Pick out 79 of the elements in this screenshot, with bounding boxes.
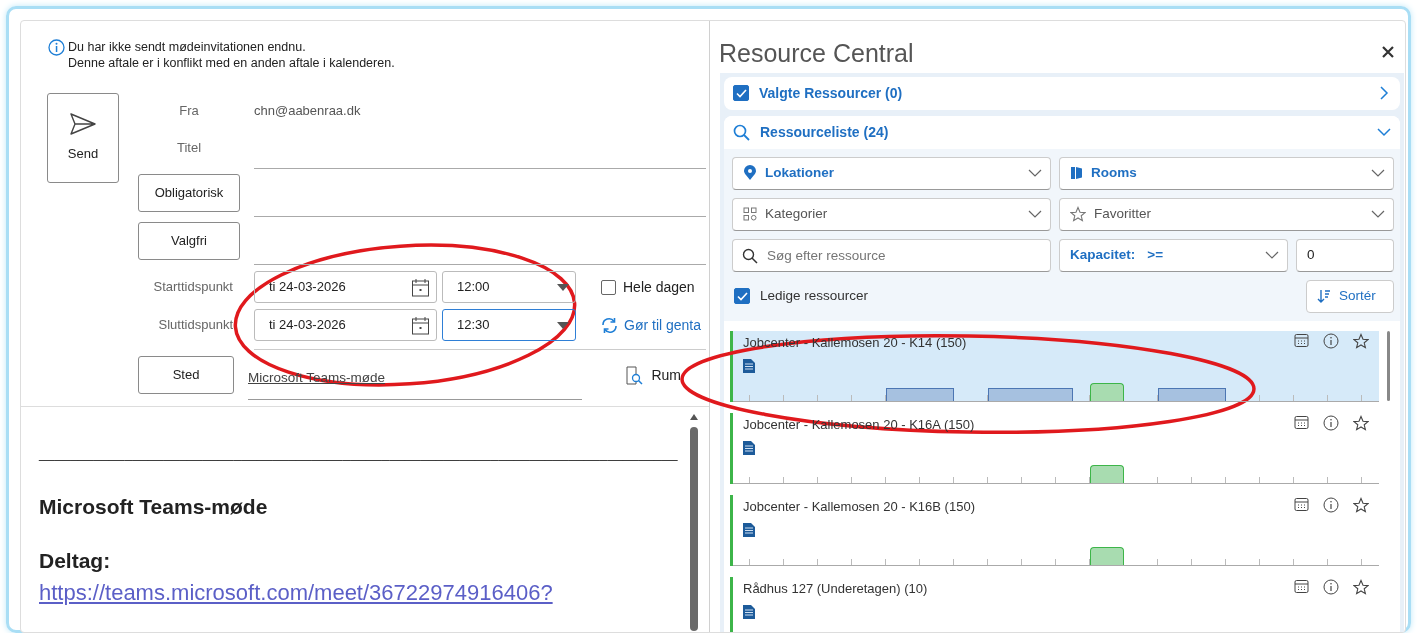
divider-line: __________________________________________________________________________________: [39, 445, 679, 461]
calendar-icon[interactable]: [1294, 496, 1309, 512]
checkbox[interactable]: [734, 288, 750, 304]
star-icon[interactable]: [1353, 496, 1369, 513]
info-message: Du har ikke sendt mødeinvitationen endnu.: [68, 39, 307, 55]
chevron-down-icon: [1028, 169, 1042, 177]
document-icon: [743, 523, 755, 537]
filter-dropdown[interactable]: Favoritter: [1059, 197, 1394, 231]
filter-dropdown[interactable]: Rooms: [1059, 156, 1394, 190]
calendar-icon[interactable]: [1294, 414, 1309, 430]
attendee-button[interactable]: Valgfri: [138, 222, 240, 260]
search-icon: [742, 247, 758, 264]
panel-title: Resource Central: [719, 38, 914, 69]
star-icon: [1070, 206, 1086, 222]
document-icon: [743, 605, 755, 619]
capacity-field[interactable]: 0: [1296, 238, 1394, 272]
star-icon[interactable]: [1353, 578, 1369, 595]
info-icon[interactable]: [1323, 578, 1339, 595]
section-header[interactable]: Ressourceliste (24): [760, 121, 889, 143]
resource-item[interactable]: Jobcenter - Kallemosen 20 - K16B (150): [730, 494, 1379, 566]
recurrence-link[interactable]: Gør til genta: [624, 314, 702, 336]
body-label: Deltag:: [39, 547, 112, 574]
info-icon[interactable]: [1323, 496, 1339, 513]
field-label: Starttidspunkt: [152, 278, 234, 297]
checkbox-label: Hele dagen: [623, 277, 695, 297]
checkbox-label: Ledige ressourcer: [760, 286, 869, 305]
calendar-icon: [411, 315, 430, 335]
field-label: Sluttidspunkt: [157, 316, 234, 335]
search-icon: [733, 123, 750, 141]
chevron-down-icon: [1265, 251, 1279, 259]
info-icon[interactable]: [1323, 414, 1339, 431]
close-icon[interactable]: [1381, 45, 1395, 59]
field-label: Titel: [175, 139, 203, 157]
capacity-dropdown[interactable]: Kapacitet: >=: [1059, 238, 1288, 272]
resource-item[interactable]: Rådhus 127 (Underetagen) (10): [730, 576, 1379, 632]
document-icon: [743, 359, 755, 373]
filter-dropdown[interactable]: Kategorier: [732, 197, 1051, 231]
scrollbar[interactable]: [1387, 330, 1390, 401]
date-field[interactable]: ti 24-03-2026: [254, 271, 437, 303]
checkbox[interactable]: [733, 85, 749, 101]
search-field[interactable]: Søg efter ressource: [732, 238, 1051, 272]
checkbox[interactable]: [601, 279, 616, 295]
dropdown-caret-icon: [557, 321, 569, 329]
info-message: Denne aftale er i konflikt med en anden aftale i kalenderen.: [68, 55, 395, 71]
body-heading: Microsoft Teams-møde: [39, 494, 269, 520]
send-icon: [69, 112, 97, 137]
room-search-icon: [624, 365, 644, 385]
chevron-right-icon[interactable]: [1377, 86, 1391, 100]
star-icon[interactable]: [1353, 414, 1369, 431]
rooms-button[interactable]: Rum: [624, 364, 681, 386]
attendee-button[interactable]: Obligatorisk: [138, 174, 240, 212]
door-icon: [1070, 166, 1083, 180]
refresh-icon: [600, 316, 619, 334]
info-icon[interactable]: [1323, 332, 1339, 349]
info-icon: [48, 39, 65, 56]
date-field[interactable]: ti 24-03-2026: [254, 309, 437, 341]
chevron-down-icon: [1028, 210, 1042, 218]
sort-button[interactable]: Sortér: [1306, 279, 1394, 313]
filter-dropdown[interactable]: Lokationer: [732, 156, 1051, 190]
dropdown-caret-icon: [557, 283, 569, 291]
chevron-down-icon: [1371, 210, 1385, 218]
calendar-icon[interactable]: [1294, 578, 1309, 594]
chevron-down-icon[interactable]: [1377, 125, 1391, 139]
field-label: Fra: [178, 102, 200, 121]
location-pin-icon: [743, 165, 757, 181]
document-icon: [743, 441, 755, 455]
time-field[interactable]: 12:30: [442, 309, 576, 341]
time-field[interactable]: 12:00: [442, 271, 576, 303]
section-header[interactable]: Valgte Ressourcer (0): [759, 82, 903, 104]
location-button[interactable]: Sted: [138, 356, 234, 394]
send-button[interactable]: Send: [47, 93, 119, 183]
sort-icon: [1317, 288, 1331, 304]
grid-icon: [743, 207, 757, 221]
sender-email: chn@aabenraa.dk: [254, 102, 361, 121]
calendar-icon: [411, 277, 430, 297]
calendar-icon[interactable]: [1294, 332, 1309, 348]
chevron-down-icon: [1371, 169, 1385, 177]
star-icon[interactable]: [1353, 332, 1369, 349]
meeting-link[interactable]: https://teams.microsoft.com/meet/36722974916406?: [39, 576, 553, 609]
